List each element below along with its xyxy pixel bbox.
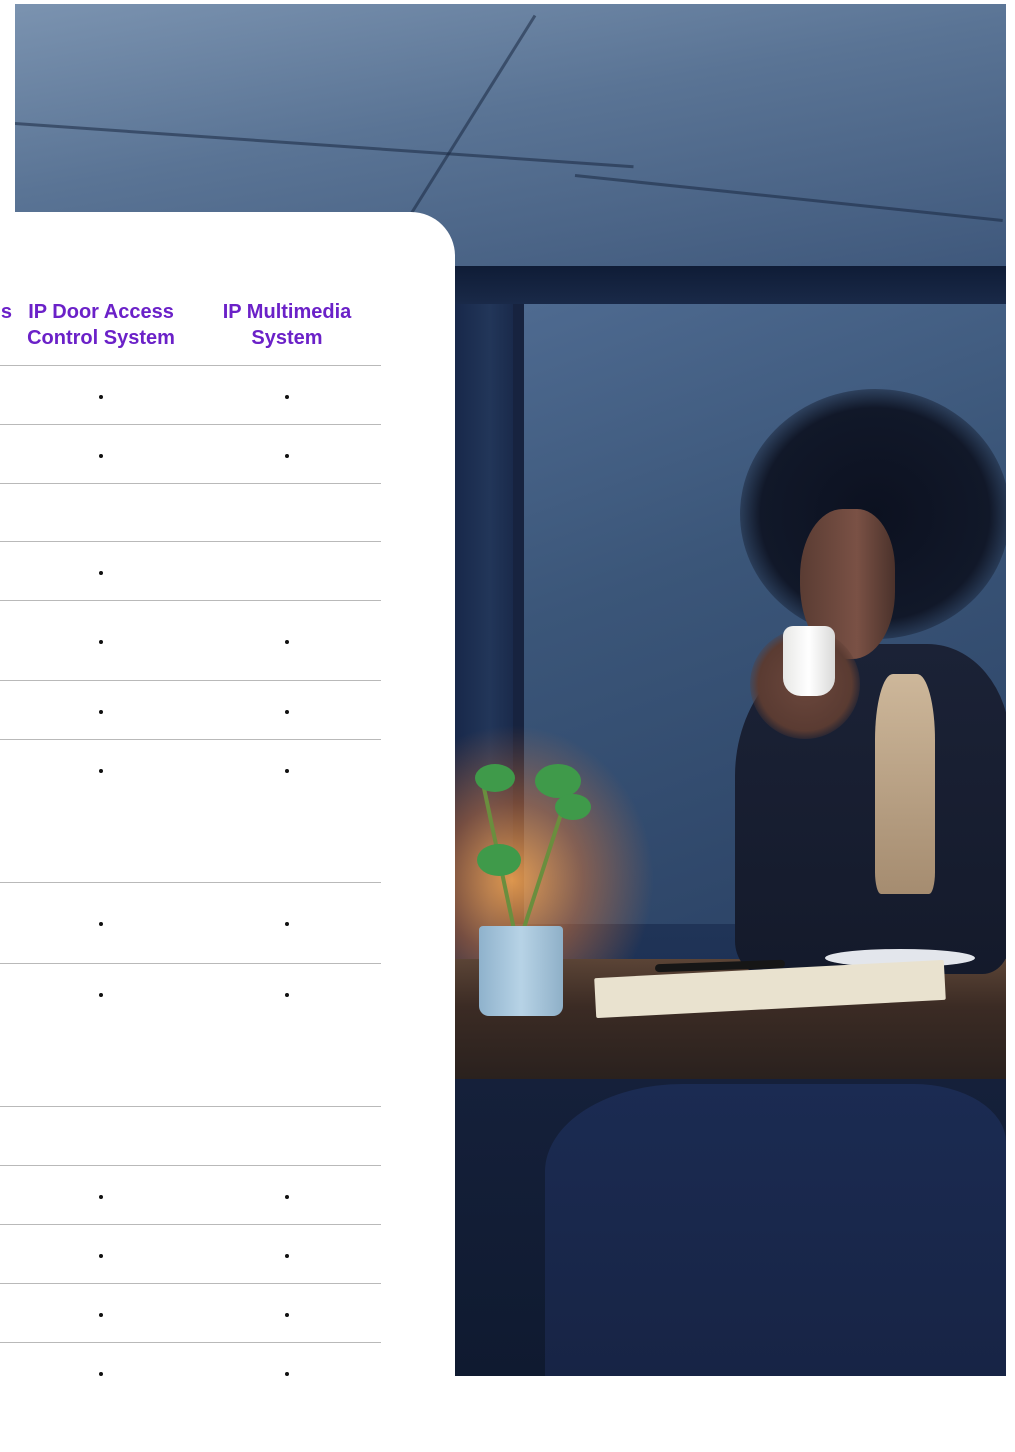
feature-bullet-door-access	[99, 769, 103, 773]
feature-bullet-door-access	[99, 640, 103, 644]
feature-bullet-multimedia	[285, 454, 289, 458]
row-divider	[0, 882, 381, 883]
row-divider	[0, 963, 381, 964]
feature-bullet-multimedia	[285, 710, 289, 714]
feature-bullet-multimedia	[285, 395, 289, 399]
column-header-line: IP Door Access	[28, 301, 174, 323]
row-divider	[0, 1165, 381, 1166]
feature-bullet-multimedia	[285, 1254, 289, 1258]
row-divider	[0, 365, 381, 366]
feature-bullet-door-access	[99, 922, 103, 926]
feature-bullet-multimedia	[285, 993, 289, 997]
feature-bullet-multimedia	[285, 1372, 289, 1376]
row-divider	[0, 739, 381, 740]
row-divider	[0, 1342, 381, 1343]
plant-leaf	[555, 794, 591, 820]
feature-bullet-multimedia	[285, 640, 289, 644]
feature-bullet-door-access	[99, 1313, 103, 1317]
table-card	[0, 212, 455, 1452]
feature-bullet-door-access	[99, 1195, 103, 1199]
column-header-door-access: IP Door Access Control System	[12, 299, 190, 351]
feature-bullet-door-access	[99, 1254, 103, 1258]
feature-bullet-multimedia	[285, 922, 289, 926]
row-divider	[0, 1283, 381, 1284]
column-header-line: IP Multimedia	[222, 301, 352, 323]
row-divider	[0, 424, 381, 425]
feature-bullet-door-access	[99, 571, 103, 575]
feature-bullet-multimedia	[285, 1313, 289, 1317]
feature-bullet-door-access	[99, 710, 103, 714]
person-top	[875, 674, 935, 894]
feature-bullet-door-access	[99, 395, 103, 399]
row-divider	[0, 483, 381, 484]
column-header-partial: s	[0, 299, 12, 325]
row-divider	[0, 680, 381, 681]
feature-bullet-door-access	[99, 1372, 103, 1376]
plant-leaf	[535, 764, 581, 798]
row-divider	[0, 541, 381, 542]
column-header-line: Control System	[27, 327, 175, 349]
feature-bullet-multimedia	[285, 769, 289, 773]
row-divider	[0, 1106, 381, 1107]
feature-bullet-door-access	[99, 454, 103, 458]
ceiling-beam	[455, 266, 1006, 306]
plant-leaf	[477, 844, 521, 876]
row-divider	[0, 1224, 381, 1225]
column-header-multimedia: IP Multimedia System	[206, 299, 368, 351]
row-divider	[0, 600, 381, 601]
person-legs	[545, 1084, 1006, 1376]
column-header-line: System	[251, 327, 323, 349]
column-header-line: s	[0, 301, 12, 323]
plant-leaf	[475, 764, 515, 792]
feature-bullet-multimedia	[285, 1195, 289, 1199]
plant-pot	[479, 926, 563, 1016]
feature-bullet-door-access	[99, 993, 103, 997]
coffee-cup	[783, 626, 835, 696]
